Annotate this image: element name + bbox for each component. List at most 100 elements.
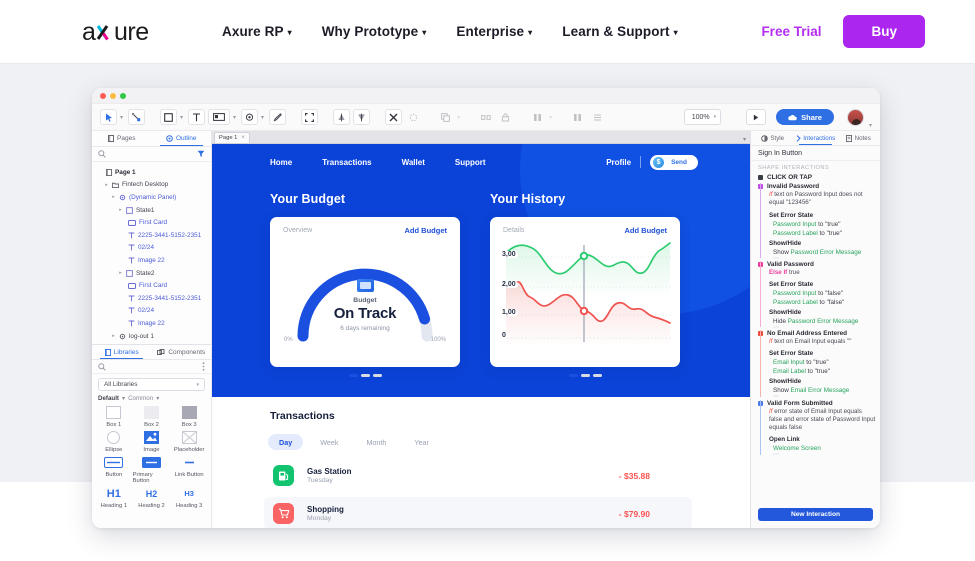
case-more-icon[interactable]: ⋯ (758, 452, 880, 458)
chevron-down-icon[interactable]: ▾ (233, 114, 236, 121)
panels-icon[interactable] (569, 109, 586, 125)
library-select[interactable]: All Libraries ▾ (98, 378, 205, 392)
tree-expander[interactable]: ▸ (104, 182, 109, 188)
transform-icon[interactable] (385, 109, 403, 125)
library-item-heading-3[interactable]: H3 Heading 3 (170, 486, 208, 509)
buy-button[interactable]: Buy (843, 15, 925, 48)
chevron-down-icon[interactable]: ▾ (180, 114, 183, 121)
selected-object-name[interactable]: Sign In Button (751, 146, 880, 161)
avatar[interactable] (846, 108, 864, 126)
search-icon[interactable] (98, 150, 106, 158)
lock-icon[interactable] (497, 109, 514, 125)
library-item-heading-1[interactable]: H1 Heading 1 (95, 486, 133, 510)
tab-year[interactable]: Year (403, 434, 440, 450)
tree-item-card-number-2[interactable]: 2225-3441-5152-2351 (96, 292, 211, 305)
library-item-box-2[interactable]: Box 2 (133, 405, 171, 428)
tree-item-page-1[interactable]: Page 1 (96, 166, 211, 179)
more-options-icon[interactable] (202, 362, 205, 372)
prototype-nav-home[interactable]: Home (270, 158, 292, 167)
tree-item-expiry-2[interactable]: 02/24 (96, 305, 211, 318)
chevron-down-icon[interactable]: ▾ (549, 114, 552, 121)
chevron-down-icon[interactable]: ▾ (457, 114, 460, 121)
interaction-event-click-or-tap[interactable]: CLICK OR TAP (751, 173, 880, 183)
library-item-link-button[interactable]: Link Button (170, 455, 208, 484)
tree-item-card-number[interactable]: 2225-3441-5152-2351 (96, 229, 211, 242)
canvas-tab-page-1[interactable]: Page 1 × (214, 132, 250, 143)
carousel-dot-1[interactable] (348, 374, 358, 377)
prototype-nav-profile[interactable]: Profile (606, 158, 631, 167)
mask-icon[interactable] (405, 109, 422, 125)
canvas-tabbar-menu[interactable]: ▾ (743, 136, 746, 143)
tab-pages[interactable]: Pages (92, 131, 152, 146)
tree-item-first-card-2[interactable]: First Card (96, 279, 211, 292)
preview-button[interactable] (746, 109, 767, 125)
budget-card[interactable]: Overview Add Budget Budget On Track 6 da… (270, 217, 460, 367)
chevron-down-icon[interactable]: ▾ (120, 114, 123, 121)
nav-item-axure-rp[interactable]: Axure RP ▾ (222, 24, 292, 39)
tree-item-expiry[interactable]: 02/24 (96, 242, 211, 255)
group-icon[interactable] (477, 109, 494, 125)
nav-item-why-prototype[interactable]: Why Prototype ▾ (322, 24, 427, 39)
text-icon[interactable] (188, 109, 206, 125)
library-item-placeholder[interactable]: Placeholder (170, 430, 208, 453)
prototype-nav-transactions[interactable]: Transactions (322, 158, 371, 167)
list-icon[interactable] (589, 109, 606, 125)
library-item-heading-2[interactable]: H2 Heading 2 (133, 486, 171, 510)
library-item-image[interactable]: Image (133, 430, 171, 453)
budget-carousel-dots[interactable] (270, 374, 460, 377)
tree-item-image-22[interactable]: Image 22 (96, 254, 211, 267)
carousel-dot-2[interactable] (360, 374, 370, 377)
library-item-ellipse[interactable]: Ellipse (95, 430, 133, 453)
send-button[interactable]: $ Send (650, 154, 698, 170)
tree-expander[interactable]: ▸ (111, 333, 116, 339)
tree-expander[interactable]: ▸ (118, 270, 123, 276)
close-window-icon[interactable] (100, 92, 106, 99)
carousel-dot-3[interactable] (592, 374, 602, 377)
nav-item-enterprise[interactable]: Enterprise ▾ (456, 24, 532, 39)
filter-icon[interactable] (197, 150, 205, 158)
library-item-box-3[interactable]: Box 3 (170, 405, 208, 428)
image-placeholder-icon[interactable] (208, 109, 231, 125)
chevron-down-icon[interactable]: ▾ (869, 122, 872, 129)
nav-item-learn-support[interactable]: Learn & Support ▾ (562, 24, 677, 39)
tree-expander[interactable]: ▸ (111, 194, 116, 200)
tab-day[interactable]: Day (268, 434, 304, 450)
interaction-case-valid-password[interactable]: Valid Password Else If true Set Error St… (751, 260, 880, 331)
new-interaction-button[interactable]: New Interaction (758, 508, 873, 521)
tab-libraries[interactable]: Libraries (92, 345, 152, 360)
tree-item-state2[interactable]: ▸ State2 (96, 267, 211, 280)
distribute-icon[interactable] (353, 109, 371, 125)
tab-style[interactable]: Style (751, 131, 794, 145)
table-row[interactable]: Shopping Monday - $79.90 (264, 497, 692, 528)
breadcrumb-common[interactable]: Common (128, 395, 153, 402)
prototype-nav-support[interactable]: Support (455, 158, 486, 167)
breadcrumb-default[interactable]: Default (98, 395, 119, 402)
library-item-primary-button[interactable]: Primary Button (133, 455, 171, 484)
table-row[interactable]: Gas Station Tuesday - $35.88 (264, 459, 692, 492)
tree-item-fintech-desktop[interactable]: ▸ Fintech Desktop (96, 179, 211, 192)
tree-item-image-22-2[interactable]: Image 22 (96, 317, 211, 330)
axure-logo[interactable]: a ure (82, 19, 170, 45)
tab-notes[interactable]: Notes (837, 131, 880, 145)
library-item-button[interactable]: Button (95, 455, 133, 484)
rectangle-icon[interactable] (160, 109, 178, 125)
share-button[interactable]: Share (776, 109, 834, 125)
tree-item-state1[interactable]: ▸ State1 (96, 204, 211, 217)
history-card[interactable]: Details Add Budget 3,00 2,00 1,00 0 (490, 217, 680, 367)
order-icon[interactable] (437, 109, 454, 125)
tree-item-dynamic-panel[interactable]: ▸ (Dynamic Panel) (96, 191, 211, 204)
align-icon[interactable] (333, 109, 351, 125)
close-icon[interactable]: × (241, 135, 245, 141)
prototype-nav-wallet[interactable]: Wallet (402, 158, 425, 167)
cursor-select-icon[interactable] (100, 109, 117, 125)
library-item-box-1[interactable]: Box 1 (95, 405, 133, 428)
pen-icon[interactable] (269, 109, 287, 125)
zoom-level-select[interactable]: 100% ▾ (683, 109, 722, 125)
carousel-dot-2[interactable] (580, 374, 590, 377)
fullscreen-icon[interactable] (301, 109, 319, 125)
tab-interactions[interactable]: Interactions (794, 131, 837, 146)
minimize-window-icon[interactable] (110, 92, 116, 99)
tab-components[interactable]: Components (152, 345, 212, 359)
interaction-case-valid-form[interactable]: Valid Form Submitted If error state of E… (751, 399, 880, 458)
interaction-case-no-email[interactable]: No Email Address Entered If text on Emai… (751, 330, 880, 400)
